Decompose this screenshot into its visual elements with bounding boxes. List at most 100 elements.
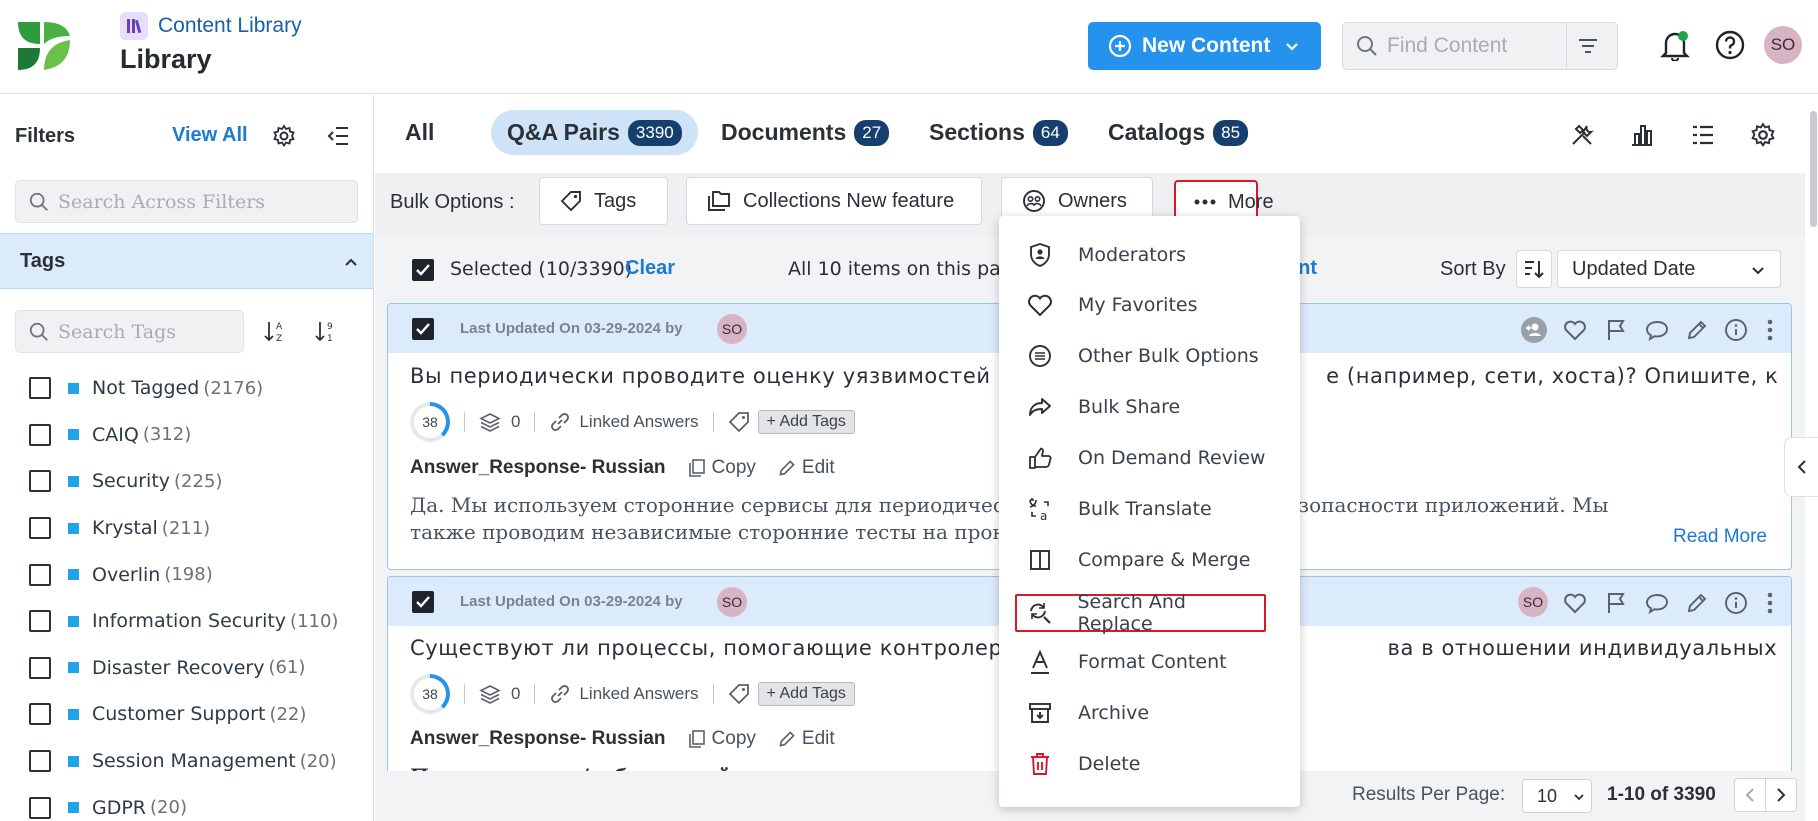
- menu-item-moderators[interactable]: Moderators: [1013, 232, 1286, 278]
- info-icon[interactable]: [1722, 316, 1750, 344]
- edit-pencil-icon[interactable]: [1683, 589, 1711, 617]
- gear-icon[interactable]: [1747, 119, 1779, 151]
- tag-item[interactable]: Session Management (20): [29, 738, 359, 785]
- kebab-menu-icon[interactable]: [1756, 589, 1784, 617]
- collapse-sidebar-icon[interactable]: [323, 121, 353, 151]
- comment-icon[interactable]: [1643, 589, 1671, 617]
- tag-checkbox[interactable]: [29, 470, 51, 493]
- read-more-link[interactable]: Read More: [1673, 526, 1767, 548]
- results-per-page-select[interactable]: 10: [1522, 779, 1592, 813]
- owner-avatar[interactable]: SO: [1518, 587, 1548, 617]
- menu-item-compare-merge[interactable]: Compare & Merge: [1013, 537, 1286, 583]
- view-all-link[interactable]: View All: [172, 124, 248, 147]
- comment-icon[interactable]: [1643, 316, 1671, 344]
- add-tags-button[interactable]: + Add Tags: [757, 410, 855, 434]
- flag-icon[interactable]: [1602, 589, 1630, 617]
- filters-search: [15, 180, 358, 223]
- menu-item-bulk-translate[interactable]: a Bulk Translate: [1013, 486, 1286, 532]
- favorite-heart-icon[interactable]: [1561, 589, 1589, 617]
- tags-search-input[interactable]: [58, 320, 228, 343]
- tag-item[interactable]: Disaster Recovery (61): [29, 645, 359, 692]
- edit-pencil-icon[interactable]: [1683, 316, 1711, 344]
- edit-answer-button[interactable]: Edit: [778, 728, 835, 750]
- filter-lines-icon[interactable]: [1567, 23, 1609, 69]
- clear-selection-link[interactable]: Clear: [625, 257, 675, 280]
- user-avatar[interactable]: SO: [1764, 26, 1802, 64]
- sort-alpha-icon[interactable]: AZ: [261, 317, 291, 347]
- favorite-heart-icon[interactable]: [1561, 316, 1589, 344]
- add-owner-icon[interactable]: [1520, 316, 1548, 344]
- help-question-icon[interactable]: [1713, 28, 1747, 62]
- tag-count: (20): [299, 750, 337, 772]
- tag-checkbox[interactable]: [29, 610, 51, 633]
- tag-checkbox[interactable]: [29, 703, 51, 726]
- tag-checkbox[interactable]: [29, 750, 51, 773]
- tab-documents[interactable]: Documents 27: [705, 110, 905, 155]
- page-title: Library: [120, 44, 212, 74]
- tag-checkbox[interactable]: [29, 563, 51, 586]
- menu-item-my-favorites[interactable]: My Favorites: [1013, 282, 1286, 328]
- tag-item[interactable]: Customer Support (22): [29, 691, 359, 738]
- link-icon: [549, 411, 571, 433]
- tab-qa-pairs[interactable]: Q&A Pairs 3390: [491, 110, 698, 155]
- info-icon[interactable]: [1722, 589, 1750, 617]
- gear-icon[interactable]: [269, 121, 299, 151]
- edit-answer-button[interactable]: Edit: [778, 457, 835, 479]
- card-checkbox[interactable]: [412, 591, 434, 613]
- tag-item[interactable]: Overlin (198): [29, 551, 359, 598]
- next-page-button[interactable]: [1765, 778, 1797, 812]
- tag-item[interactable]: Information Security (110): [29, 598, 359, 645]
- tag-checkbox[interactable]: [29, 656, 51, 679]
- tag-checkbox[interactable]: [29, 796, 51, 819]
- sort-direction-icon[interactable]: [1516, 250, 1552, 288]
- select-all-checkbox[interactable]: [412, 259, 434, 281]
- tag-item[interactable]: Not Tagged (2176): [29, 365, 359, 412]
- tag-item[interactable]: Krystal (211): [29, 505, 359, 552]
- bar-chart-icon[interactable]: [1626, 119, 1658, 151]
- card-checkbox[interactable]: [412, 318, 434, 340]
- menu-item-search-and-replace[interactable]: Search And Replace: [1015, 591, 1266, 635]
- menu-item-format-content[interactable]: Format Content: [1013, 639, 1286, 685]
- linked-answers-label[interactable]: Linked Answers: [579, 684, 698, 704]
- tag-checkbox[interactable]: [29, 423, 51, 446]
- add-tags-button[interactable]: + Add Tags: [757, 682, 855, 706]
- main-scrollbar[interactable]: [1810, 111, 1817, 227]
- copy-button[interactable]: Copy: [688, 728, 756, 750]
- menu-item-archive[interactable]: Archive: [1013, 690, 1286, 736]
- tools-icon[interactable]: [1566, 119, 1598, 151]
- sort-numeric-icon[interactable]: 91: [312, 317, 342, 347]
- tab-sections[interactable]: Sections 64: [913, 110, 1084, 155]
- tag-checkbox[interactable]: [29, 377, 51, 400]
- tag-checkbox[interactable]: [29, 517, 51, 540]
- bulk-tags-button[interactable]: Tags: [539, 177, 668, 225]
- menu-item-label: Search And Replace: [1077, 591, 1186, 635]
- linked-answers-label[interactable]: Linked Answers: [579, 412, 698, 432]
- tags-section-header[interactable]: Tags: [0, 233, 373, 289]
- list-view-icon[interactable]: [1687, 119, 1719, 151]
- breadcrumb[interactable]: Content Library: [120, 12, 302, 40]
- app-logo[interactable]: [16, 18, 72, 74]
- last-updated-text: Last Updated On 03-29-2024 by: [460, 320, 683, 337]
- tag-item[interactable]: CAIQ (312): [29, 412, 359, 459]
- menu-item-on-demand-review[interactable]: On Demand Review: [1013, 435, 1286, 481]
- tab-label: Catalogs: [1108, 119, 1206, 145]
- expand-panel-tab[interactable]: [1784, 437, 1818, 497]
- kebab-menu-icon[interactable]: [1756, 316, 1784, 344]
- tab-catalogs[interactable]: Catalogs 85: [1092, 110, 1264, 155]
- menu-item-other-bulk-options[interactable]: Other Bulk Options: [1013, 333, 1286, 379]
- tab-all[interactable]: All: [389, 110, 450, 155]
- prev-page-button[interactable]: [1734, 778, 1766, 812]
- filters-search-input[interactable]: [58, 190, 328, 213]
- bulk-collections-button[interactable]: Collections New feature: [686, 177, 982, 225]
- copy-button[interactable]: Copy: [688, 457, 756, 479]
- menu-item-bulk-share[interactable]: Bulk Share: [1013, 384, 1286, 430]
- notification-bell-icon[interactable]: [1658, 28, 1692, 62]
- flag-icon[interactable]: [1602, 316, 1630, 344]
- breadcrumb-label[interactable]: Content Library: [158, 14, 302, 38]
- tag-item[interactable]: GDPR (20): [29, 784, 359, 821]
- find-content-input[interactable]: [1387, 34, 1563, 58]
- tag-item[interactable]: Security (225): [29, 458, 359, 505]
- menu-item-delete[interactable]: Delete: [1013, 741, 1286, 787]
- sort-by-select[interactable]: Updated Date: [1557, 250, 1781, 288]
- new-content-button[interactable]: New Content: [1088, 22, 1321, 70]
